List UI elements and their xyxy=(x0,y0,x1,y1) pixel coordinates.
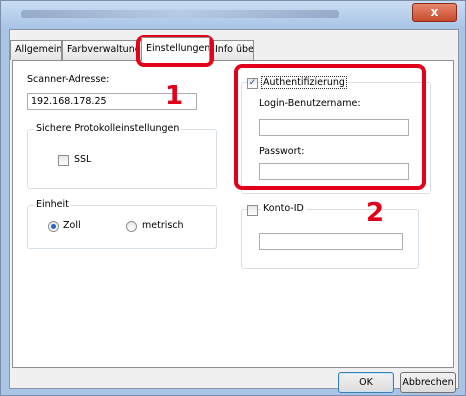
tab-farbverwaltung[interactable]: Farbverwaltung xyxy=(62,40,143,60)
close-icon: x xyxy=(430,5,439,19)
account-id-input[interactable] xyxy=(259,233,403,250)
metrisch-radio[interactable] xyxy=(126,221,137,232)
account-id-checkbox[interactable] xyxy=(247,205,258,216)
close-button[interactable]: x xyxy=(412,3,457,22)
tab-info[interactable]: Info über xyxy=(210,40,254,60)
metrisch-label: metrisch xyxy=(142,220,184,231)
zoll-radio[interactable] xyxy=(48,221,59,232)
title-bar[interactable]: x xyxy=(1,1,465,29)
step-marker-1: 1 xyxy=(165,81,184,111)
blurred-window-title xyxy=(21,10,339,18)
unit-legend: Einheit xyxy=(34,199,71,210)
secure-protocol-legend: Sichere Protokolleinstellungen xyxy=(34,123,182,134)
tab-allgemein[interactable]: Allgemein xyxy=(10,40,62,60)
ok-button[interactable]: OK xyxy=(338,372,394,393)
unit-group: Einheit Zoll metrisch xyxy=(27,199,217,249)
account-id-group: Konto-ID xyxy=(241,203,419,269)
ssl-label: SSL xyxy=(74,154,92,165)
step-marker-2: 2 xyxy=(366,198,385,228)
cancel-button[interactable]: Abbrechen xyxy=(400,372,456,393)
account-id-legend: Konto-ID xyxy=(261,203,306,214)
scanner-address-label: Scanner-Adresse: xyxy=(27,74,110,85)
zoll-label: Zoll xyxy=(63,220,81,231)
tab-einstellungen[interactable]: Einstellungen xyxy=(141,37,210,61)
highlight-authentication xyxy=(234,64,426,190)
ssl-checkbox[interactable] xyxy=(58,155,69,166)
secure-protocol-group: Sichere Protokolleinstellungen SSL xyxy=(27,123,217,189)
